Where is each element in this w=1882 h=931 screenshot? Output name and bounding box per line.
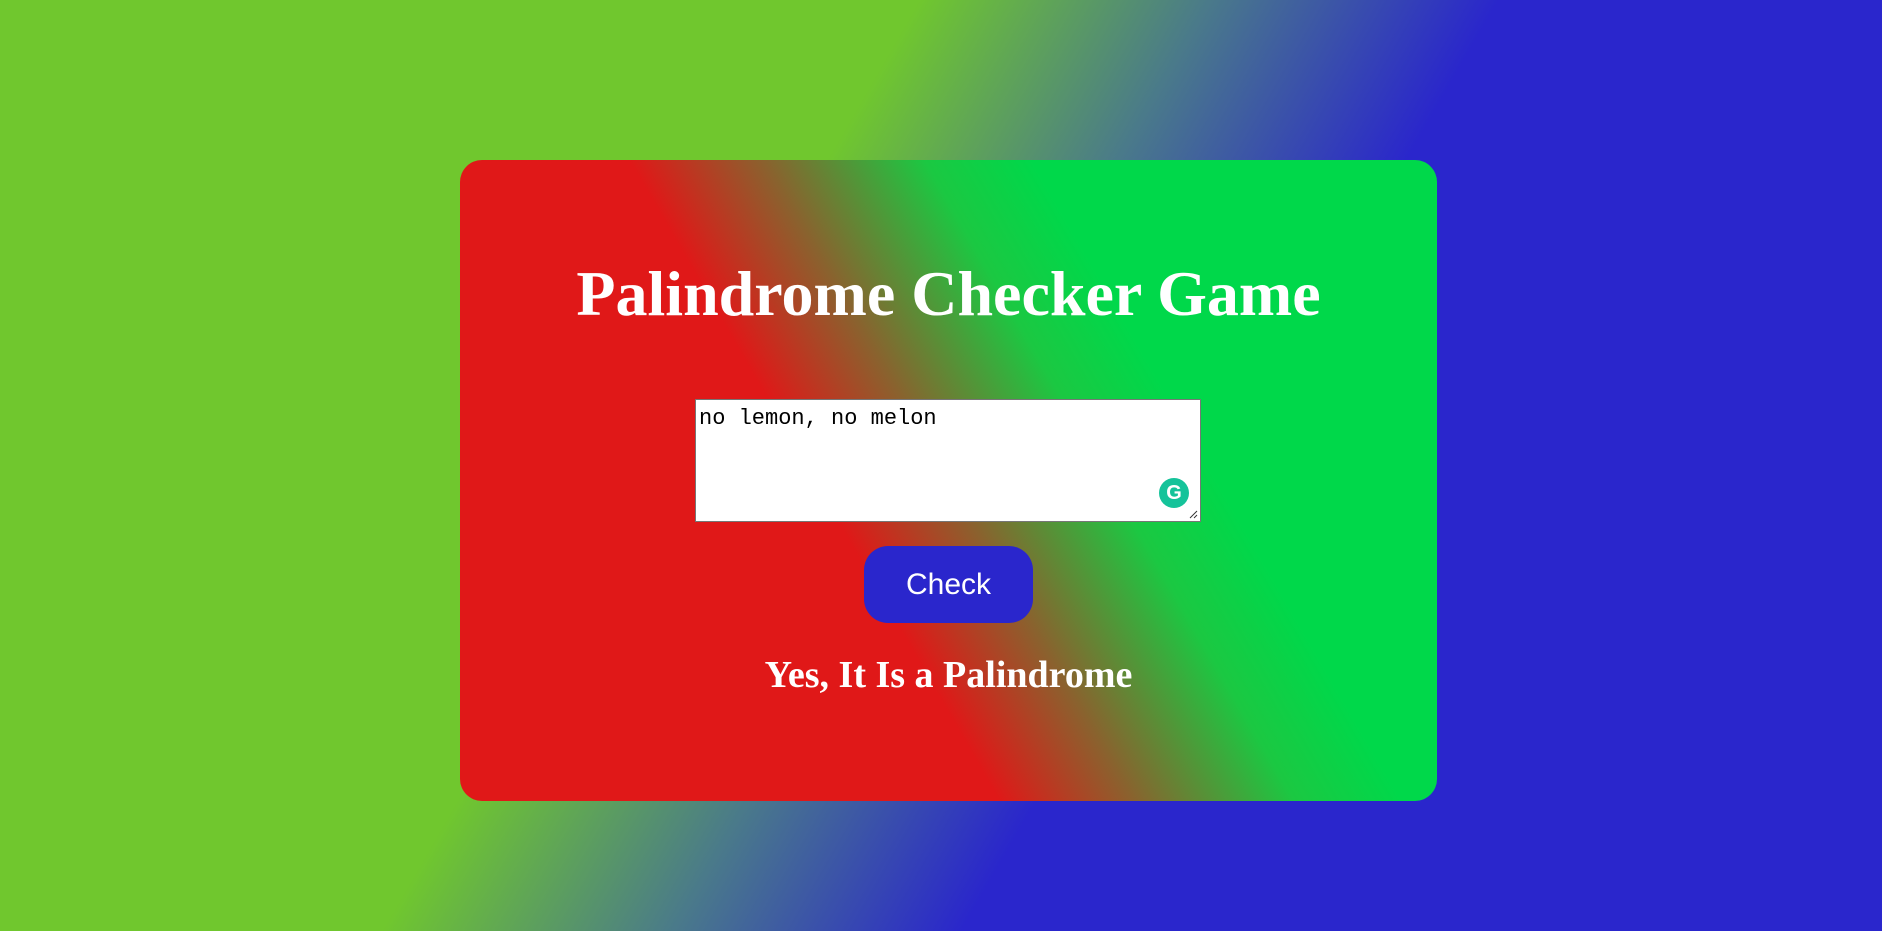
page-title: Palindrome Checker Game: [576, 258, 1321, 329]
resize-handle-icon[interactable]: [1188, 509, 1198, 519]
text-input-wrapper: G: [695, 399, 1201, 522]
text-input[interactable]: [695, 399, 1201, 522]
check-button[interactable]: Check: [864, 546, 1033, 623]
grammarly-icon[interactable]: G: [1159, 478, 1189, 508]
palindrome-card: Palindrome Checker Game G Check Yes, It …: [460, 160, 1437, 801]
result-text: Yes, It Is a Palindrome: [764, 654, 1133, 696]
